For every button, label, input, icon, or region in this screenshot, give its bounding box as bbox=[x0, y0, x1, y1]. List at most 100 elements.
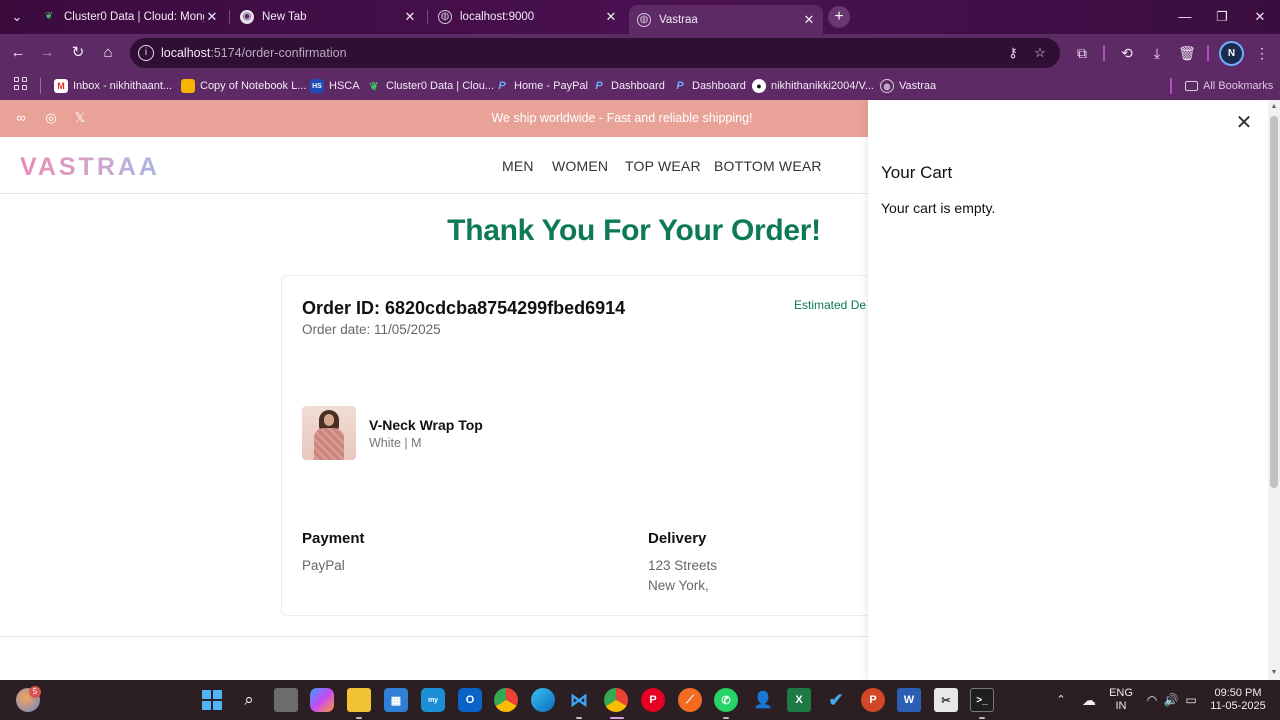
microsoft-store-icon[interactable]: ▦ bbox=[384, 688, 408, 712]
site-logo[interactable]: VASTRAA bbox=[20, 153, 160, 182]
nav-women[interactable]: WOMEN bbox=[552, 158, 608, 174]
scroll-down-icon[interactable]: ▼ bbox=[1268, 669, 1280, 676]
terminal-icon[interactable]: >_ bbox=[970, 688, 994, 712]
close-cart-icon[interactable]: ✕ bbox=[1234, 113, 1254, 133]
bookmark-hsca[interactable]: HS HSCA bbox=[310, 76, 360, 96]
tab-label: localhost:9000 bbox=[460, 11, 535, 23]
tab-mongodb[interactable]: ❦ Cluster0 Data | Cloud: MongoDB ✕ bbox=[34, 5, 226, 29]
back-arrow-icon[interactable]: ← bbox=[6, 41, 30, 65]
product-variant: White | M bbox=[369, 436, 422, 450]
nav-bottom-wear[interactable]: BOTTOM WEAR bbox=[714, 158, 822, 174]
windows-start-icon[interactable] bbox=[200, 688, 224, 712]
powerpoint-icon[interactable]: P bbox=[861, 688, 885, 712]
bookmark-cluster0[interactable]: ❦ Cluster0 Data | Clou... bbox=[367, 76, 494, 96]
tab-search-chevron-icon[interactable]: ⌄ bbox=[6, 6, 28, 28]
chrome-icon: ◉ bbox=[240, 10, 254, 24]
browser-toolbar: ← → ↻ ⌂ i localhost:5174/order-confirmat… bbox=[0, 34, 1280, 72]
bookmark-star-icon[interactable]: ☆ bbox=[1031, 44, 1049, 62]
globe-icon: ◍ bbox=[637, 12, 651, 27]
nav-men[interactable]: MEN bbox=[502, 158, 534, 174]
tab-label: Vastraa bbox=[659, 13, 698, 26]
whatsapp-icon[interactable]: ✆ bbox=[714, 688, 738, 712]
forward-arrow-icon[interactable]: → bbox=[35, 41, 59, 65]
close-tab-icon[interactable]: ✕ bbox=[204, 5, 220, 29]
search-icon[interactable]: ⌕ bbox=[237, 688, 261, 712]
extensions-puzzle-icon[interactable]: ⧉ bbox=[1072, 43, 1092, 63]
onedrive-cloud-icon[interactable]: ☁ bbox=[1078, 680, 1100, 720]
battery-icon[interactable]: ▭ bbox=[1182, 680, 1200, 720]
word-icon[interactable]: W bbox=[897, 688, 921, 712]
windows-taskbar: 5 ⌕ ▦ my O ⋈ P ⟋ ✆ 👤 X ✔ P W ✂ >_ ⌃ ☁ EN… bbox=[0, 680, 1280, 720]
product-name: V-Neck Wrap Top bbox=[369, 417, 483, 433]
site-info-icon[interactable]: i bbox=[138, 45, 154, 61]
profile-avatar[interactable]: N bbox=[1219, 41, 1244, 66]
edge-icon[interactable] bbox=[531, 688, 555, 712]
url-text: localhost:5174/order-confirmation bbox=[161, 46, 347, 60]
excel-icon[interactable]: X bbox=[787, 688, 811, 712]
tab-label: Cluster0 Data | Cloud: MongoDB bbox=[64, 11, 204, 23]
pinterest-icon[interactable]: P bbox=[641, 688, 665, 712]
vscode-icon[interactable]: ⋈ bbox=[567, 688, 591, 712]
people-icon[interactable]: 👤 bbox=[751, 688, 775, 712]
mysql-icon[interactable]: my bbox=[421, 688, 445, 712]
reload-icon[interactable]: ↻ bbox=[66, 41, 90, 65]
cart-empty-message: Your cart is empty. bbox=[881, 200, 996, 216]
todo-check-icon[interactable]: ✔ bbox=[824, 688, 848, 712]
vertical-scrollbar[interactable]: ▲ ▼ bbox=[1268, 100, 1280, 680]
minimize-icon[interactable]: — bbox=[1166, 0, 1204, 34]
tab-localhost-9000[interactable]: ◍ localhost:9000 ✕ bbox=[430, 5, 625, 29]
new-tab-button[interactable]: + bbox=[828, 6, 850, 28]
nav-top-wear[interactable]: TOP WEAR bbox=[625, 158, 701, 174]
bookmark-github[interactable]: ● nikhithanikki2004/V... bbox=[752, 76, 874, 96]
order-confirmation-page: ∞ ◎ 𝕏 We ship worldwide - Fast and relia… bbox=[0, 100, 868, 680]
close-tab-icon[interactable]: ✕ bbox=[603, 5, 619, 29]
tab-new-tab[interactable]: ◉ New Tab ✕ bbox=[232, 5, 424, 29]
chrome-profile-icon[interactable] bbox=[604, 688, 628, 712]
copilot-icon[interactable] bbox=[310, 688, 334, 712]
tab-vastraa[interactable]: ◍ Vastraa ✕ bbox=[629, 5, 823, 34]
close-window-icon[interactable]: ✕ bbox=[1241, 0, 1279, 34]
kebab-menu-icon[interactable]: ⋮ bbox=[1252, 43, 1272, 63]
slides-icon bbox=[181, 79, 195, 93]
scroll-up-icon[interactable]: ▲ bbox=[1268, 103, 1280, 110]
apps-grid-icon[interactable] bbox=[14, 77, 28, 91]
bookmark-gmail[interactable]: M Inbox - nikhithaant... bbox=[54, 76, 172, 96]
clock[interactable]: 09:50 PM 11-05-2025 bbox=[1206, 680, 1270, 720]
trash-icon[interactable]: 🗑 bbox=[1177, 43, 1197, 63]
snipping-tool-icon[interactable]: ✂ bbox=[934, 688, 958, 712]
tray-chevron-up-icon[interactable]: ⌃ bbox=[1052, 680, 1070, 720]
promo-banner: ∞ ◎ 𝕏 We ship worldwide - Fast and relia… bbox=[0, 100, 868, 137]
toolbar-divider bbox=[1207, 45, 1209, 61]
restore-window-icon[interactable]: ❐ bbox=[1203, 0, 1241, 34]
running-indicator bbox=[576, 717, 582, 719]
bookmarks-bar: M Inbox - nikhithaant... Copy of Noteboo… bbox=[0, 72, 1280, 100]
language-indicator[interactable]: ENG IN bbox=[1107, 680, 1135, 720]
home-icon[interactable]: ⌂ bbox=[96, 41, 120, 65]
active-indicator bbox=[610, 717, 624, 719]
notification-badge: 5 bbox=[29, 686, 41, 698]
bookmark-vastraa[interactable]: ◍ Vastraa bbox=[880, 76, 936, 96]
running-indicator bbox=[979, 717, 985, 719]
bookmark-paypal-home[interactable]: P Home - PayPal bbox=[495, 76, 588, 96]
chrome-taskbar-icon[interactable] bbox=[494, 688, 518, 712]
volume-icon[interactable]: 🔊 bbox=[1162, 680, 1180, 720]
outlook-icon[interactable]: O bbox=[458, 688, 482, 712]
close-tab-icon[interactable]: ✕ bbox=[402, 5, 418, 29]
file-explorer-icon[interactable] bbox=[347, 688, 371, 712]
postman-icon[interactable]: ⟋ bbox=[678, 688, 702, 712]
wifi-icon[interactable]: ◠ bbox=[1143, 680, 1161, 720]
promo-text: We ship worldwide - Fast and reliable sh… bbox=[491, 111, 753, 125]
running-indicator bbox=[723, 717, 729, 719]
download-icon[interactable]: ⤓ bbox=[1147, 43, 1167, 63]
bookmark-notebook[interactable]: Copy of Notebook L... bbox=[181, 76, 306, 96]
history-icon[interactable]: ⟲ bbox=[1117, 43, 1137, 63]
close-tab-icon[interactable]: ✕ bbox=[801, 8, 817, 32]
bookmark-dashboard-2[interactable]: P Dashboard bbox=[673, 76, 746, 96]
address-bar[interactable]: i localhost:5174/order-confirmation ⚷ ☆ bbox=[130, 38, 1060, 68]
scrollbar-thumb[interactable] bbox=[1270, 116, 1278, 488]
key-icon[interactable]: ⚷ bbox=[1004, 44, 1022, 62]
bookmark-dashboard-1[interactable]: P Dashboard bbox=[592, 76, 665, 96]
task-view-icon[interactable] bbox=[274, 688, 298, 712]
all-bookmarks-folder[interactable]: All Bookmarks bbox=[1185, 76, 1273, 96]
toolbar-divider bbox=[1103, 45, 1105, 61]
